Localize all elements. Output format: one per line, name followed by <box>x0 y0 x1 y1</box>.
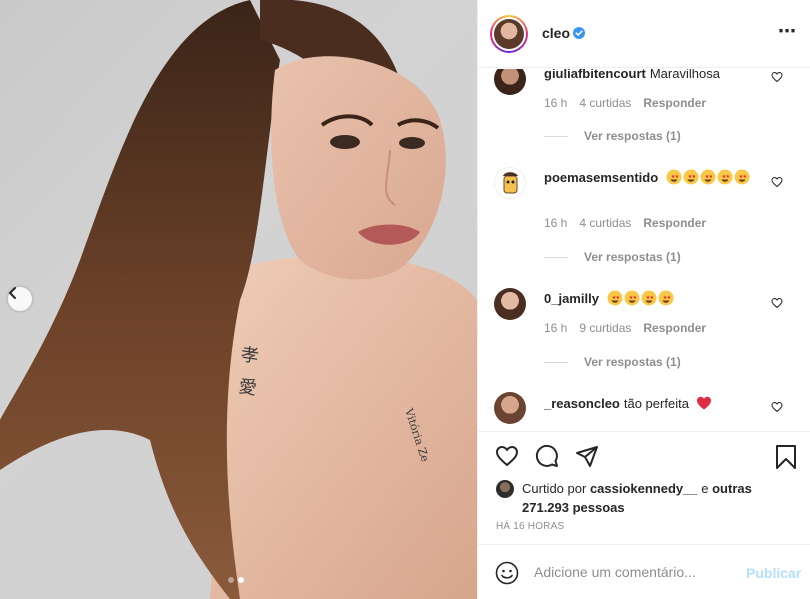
view-replies-label: Ver respostas (1) <box>584 129 681 143</box>
comment-like-heart-icon[interactable] <box>771 71 783 83</box>
cartoon-avatar-icon <box>503 172 518 194</box>
comment-text: 0_jamilly ★ ★ ★ ★ ★ ★ ★ ★ <box>544 290 774 307</box>
liked-by-text: Curtido por cassiokennedy__ e outras 271… <box>522 479 802 517</box>
comment-likes[interactable]: 9 curtidas <box>579 321 631 335</box>
comment-meta: 16 h 4 curtidas Responder <box>544 216 706 230</box>
star-struck-emoji-icon: ★ ★ <box>641 290 657 306</box>
author-username[interactable]: cleo <box>542 25 570 41</box>
publish-button[interactable]: Publicar <box>746 565 801 581</box>
like-heart-icon[interactable] <box>494 444 520 468</box>
reply-button[interactable]: Responder <box>643 321 706 335</box>
carousel-dot <box>228 577 234 583</box>
comment-body: tão perfeita <box>623 396 689 411</box>
comment-body: Maravilhosa <box>649 69 720 81</box>
red-heart-emoji-icon <box>696 396 711 410</box>
comment-like-heart-icon[interactable] <box>771 401 783 413</box>
comment-text: giuliafbitencourt Maravilhosa <box>544 69 774 82</box>
star-struck-emoji-icon: ★ ★ <box>624 290 640 306</box>
commenter-avatar[interactable] <box>494 288 526 320</box>
liked-by-prefix: Curtido por <box>522 481 587 496</box>
comment-emojis: ★ ★ ★ ★ ★ ★ ★ ★ ★ ★ <box>666 169 751 185</box>
comment-meta: 16 h 9 curtidas Responder <box>544 321 706 335</box>
comment-username[interactable]: poemasemsentido <box>544 170 658 185</box>
svg-text:★: ★ <box>615 295 620 301</box>
carousel-dots <box>228 577 244 583</box>
view-replies-label: Ver respostas (1) <box>584 355 681 369</box>
commenter-avatar[interactable] <box>494 167 526 199</box>
svg-text:孝: 孝 <box>239 344 260 367</box>
comment-like-heart-icon[interactable] <box>771 297 783 309</box>
svg-text:★: ★ <box>691 174 696 180</box>
view-replies-button[interactable]: Ver respostas (1) <box>544 355 681 369</box>
svg-text:★: ★ <box>632 295 637 301</box>
star-struck-emoji-icon: ★ ★ <box>734 169 750 185</box>
star-struck-emoji-icon: ★ ★ <box>607 290 623 306</box>
comment-username[interactable]: giuliafbitencourt <box>544 69 646 81</box>
svg-text:★: ★ <box>742 174 747 180</box>
comment-time: 16 h <box>544 321 568 335</box>
svg-text:愛: 愛 <box>237 376 258 399</box>
add-comment-bar: Publicar <box>478 544 810 599</box>
star-struck-emoji-icon: ★ ★ <box>666 169 682 185</box>
post-header: cleo ⋯ <box>478 0 810 68</box>
reply-button[interactable]: Responder <box>643 96 706 110</box>
commenter-avatar[interactable] <box>494 392 526 424</box>
comment-bubble-icon[interactable] <box>534 444 560 468</box>
comment-time: 16 h <box>544 216 568 230</box>
reply-button[interactable]: Responder <box>643 216 706 230</box>
post-actions: Curtido por cassiokennedy__ e outras 271… <box>478 431 810 544</box>
carousel-prev-button[interactable] <box>8 287 32 311</box>
liked-by-user[interactable]: cassiokennedy__ <box>590 481 698 496</box>
comment-text: poemasemsentido ★ ★ ★ ★ ★ ★ ★ ★ ★ ★ <box>544 169 774 186</box>
view-replies-button[interactable]: Ver respostas (1) <box>544 250 681 264</box>
comment-time: 16 h <box>544 96 568 110</box>
avatar-image <box>494 19 524 49</box>
emoji-smiley-icon[interactable] <box>495 561 519 585</box>
post-timestamp[interactable]: HÁ 16 HORAS <box>496 521 564 532</box>
avatar[interactable] <box>490 15 528 53</box>
comment-username[interactable]: _reasoncleo <box>544 396 620 411</box>
post-photo[interactable]: 孝 愛 Vitória Ze <box>0 0 477 599</box>
chevron-left-icon <box>9 287 16 299</box>
bookmark-icon[interactable] <box>775 444 797 470</box>
comment-likes[interactable]: 4 curtidas <box>579 216 631 230</box>
replies-divider <box>544 256 568 258</box>
star-struck-emoji-icon: ★ ★ <box>717 169 733 185</box>
comment-emojis: ★ ★ ★ ★ ★ ★ ★ ★ <box>607 290 675 306</box>
post-side-panel: cleo ⋯ giuliafbitencourt Maravilhosa 16 h… <box>477 0 810 599</box>
post-image: 孝 愛 Vitória Ze <box>0 0 477 599</box>
comment-meta: 16 h 4 curtidas Responder <box>544 96 706 110</box>
liked-by-avatar[interactable] <box>496 480 514 498</box>
svg-text:★: ★ <box>708 174 713 180</box>
replies-divider <box>544 135 568 137</box>
star-struck-emoji-icon: ★ ★ <box>658 290 674 306</box>
carousel-dot-active <box>238 577 244 583</box>
star-struck-emoji-icon: ★ ★ <box>683 169 699 185</box>
share-paper-plane-icon[interactable] <box>574 444 600 468</box>
star-struck-emoji-icon: ★ ★ <box>700 169 716 185</box>
comment-like-heart-icon[interactable] <box>771 176 783 188</box>
comment-input[interactable] <box>534 559 734 585</box>
replies-divider <box>544 361 568 363</box>
svg-text:★: ★ <box>674 174 679 180</box>
comment-username[interactable]: 0_jamilly <box>544 291 599 306</box>
svg-text:★: ★ <box>666 295 671 301</box>
commenter-avatar[interactable] <box>494 69 526 95</box>
svg-text:★: ★ <box>649 295 654 301</box>
liked-by-connector: e <box>701 481 709 496</box>
verified-badge-icon <box>573 27 585 39</box>
view-replies-label: Ver respostas (1) <box>584 250 681 264</box>
comment-text: _reasoncleo tão perfeita <box>544 395 774 412</box>
more-options-button[interactable]: ⋯ <box>778 22 797 40</box>
comment-likes[interactable]: 4 curtidas <box>579 96 631 110</box>
view-replies-button[interactable]: Ver respostas (1) <box>544 129 681 143</box>
svg-text:★: ★ <box>725 174 730 180</box>
comments-list[interactable]: giuliafbitencourt Maravilhosa 16 h 4 curt… <box>478 69 810 431</box>
